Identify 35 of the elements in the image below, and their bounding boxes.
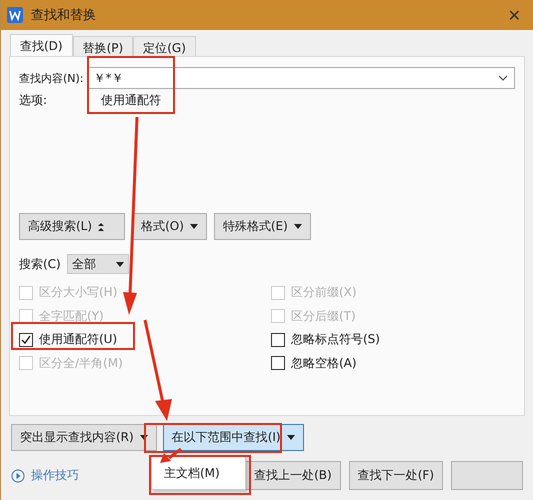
collapse-icon [98, 222, 104, 230]
blank-button[interactable] [451, 461, 523, 490]
search-dropdown[interactable]: 全部 [66, 254, 129, 274]
action-button[interactable]: 查找上一处(B) [245, 461, 341, 490]
find-label: 查找内容(N): [19, 70, 84, 86]
checkbox[interactable]: 忽略空格(A) [271, 354, 515, 372]
options-value: 使用通配符 [101, 92, 161, 109]
tab[interactable]: 查找(D) [10, 34, 73, 56]
window-title: 查找和替换 [31, 7, 97, 24]
chevron-down-icon [498, 75, 508, 81]
action-button[interactable]: 查找下一处(F) [348, 461, 443, 490]
play-icon [11, 468, 25, 482]
checkbox[interactable]: 使用通配符(U) [19, 331, 271, 348]
tab[interactable]: 定位(G) [133, 36, 196, 56]
format-button[interactable]: 特殊格式(E) [214, 213, 311, 240]
checkbox[interactable]: 忽略标点符号(S) [271, 331, 515, 348]
format-button[interactable]: 格式(O) [132, 213, 207, 240]
caret-icon [294, 224, 302, 229]
menu-item[interactable]: 主文档(M) [164, 464, 220, 482]
checkmark-icon [21, 334, 31, 345]
tips-link[interactable]: 操作技巧 [11, 467, 79, 484]
tab[interactable]: 替换(P) [72, 36, 134, 56]
caret-icon [116, 262, 124, 266]
caret-icon [286, 435, 295, 440]
find-field[interactable]: ￥*￥ [86, 67, 515, 89]
format-button[interactable]: 高级搜索(L) [19, 213, 126, 240]
search-label: 搜索(C) [19, 256, 61, 272]
dropdown-button[interactable]: 突出显示查找内容(R) [11, 424, 157, 451]
close-button[interactable]: ✕ [502, 6, 527, 24]
caret-icon [140, 435, 148, 440]
dropdown-button[interactable]: 在以下范围中查找(I) [162, 424, 304, 451]
app-logo-icon [7, 7, 23, 23]
options-label: 选项: [19, 92, 48, 109]
caret-icon [190, 224, 198, 229]
arrow [159, 448, 183, 464]
